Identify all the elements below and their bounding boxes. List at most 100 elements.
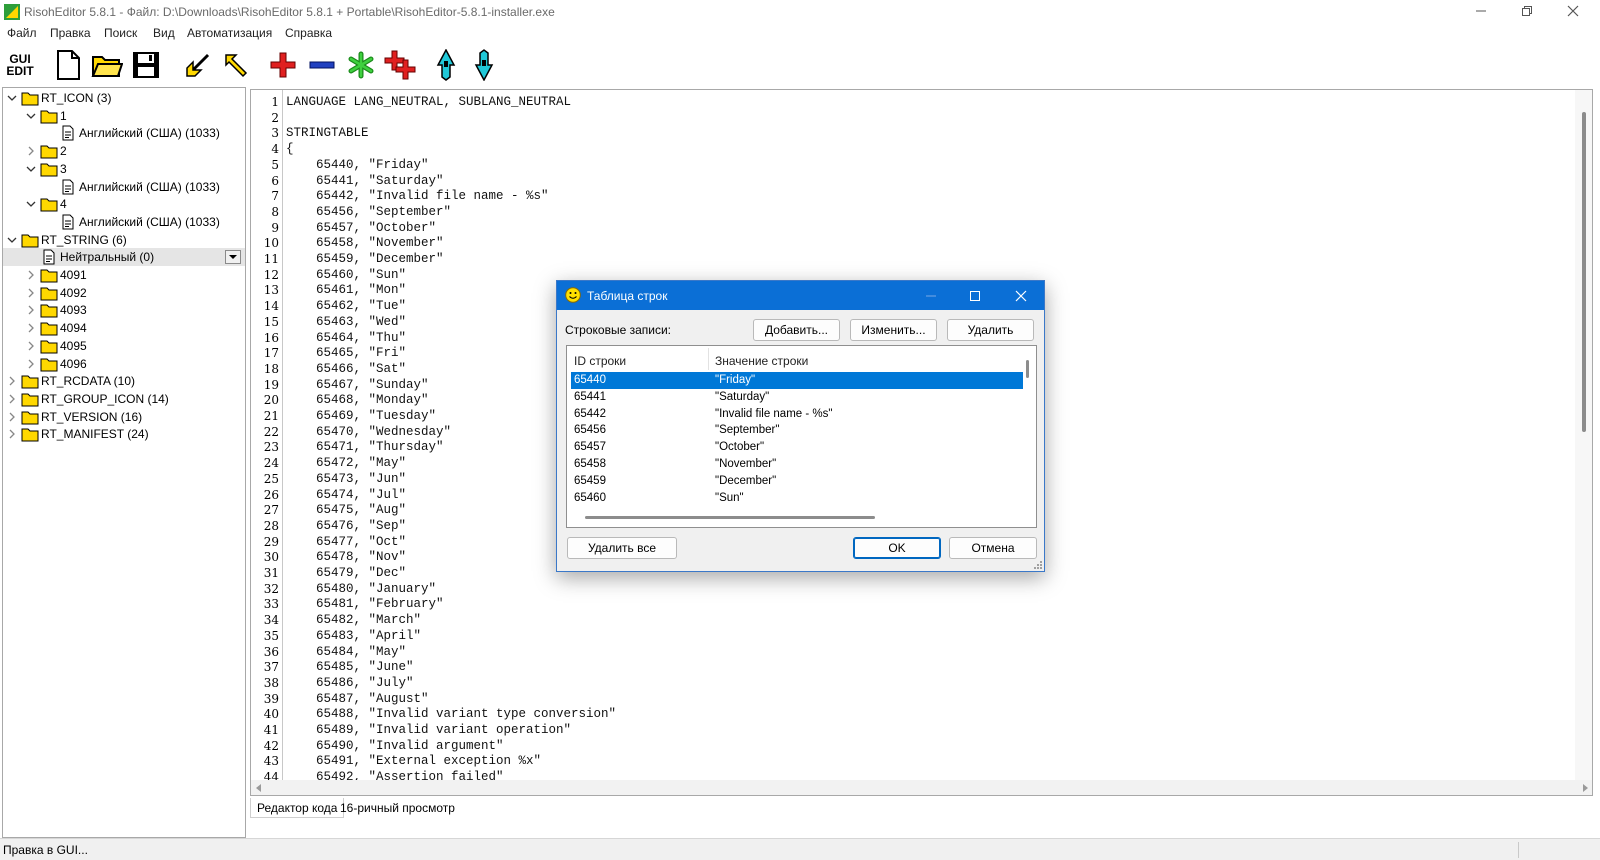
- tree-item[interactable]: Английский (США) (1033): [3, 124, 245, 142]
- delete-all-button[interactable]: Удалить все: [567, 537, 677, 559]
- tree-item[interactable]: 4094: [3, 319, 245, 337]
- chevron-right-icon[interactable]: [7, 393, 17, 405]
- code-line[interactable]: STRINGTABLE: [286, 126, 369, 140]
- chevron-right-icon[interactable]: [7, 375, 17, 387]
- table-row[interactable]: 65457 "October": [571, 439, 1023, 456]
- table-row[interactable]: 65459 "December": [571, 473, 1023, 490]
- table-row[interactable]: 65458 "November": [571, 456, 1023, 473]
- code-line[interactable]: 65478, "Nov": [286, 550, 406, 564]
- code-line[interactable]: 65484, "May": [286, 645, 406, 659]
- chevron-right-icon[interactable]: [26, 322, 36, 334]
- code-line[interactable]: 65490, "Invalid argument": [286, 739, 504, 753]
- code-line[interactable]: 65456, "September": [286, 205, 451, 219]
- tree-item[interactable]: RT_ICON (3): [3, 89, 245, 107]
- new-file-button[interactable]: [50, 47, 86, 83]
- code-line[interactable]: 65491, "External exception %x": [286, 754, 541, 768]
- add-resource-button[interactable]: [265, 47, 301, 83]
- table-row[interactable]: 65456 "September": [571, 422, 1023, 439]
- code-line[interactable]: {: [286, 142, 294, 156]
- column-header-id[interactable]: ID строки: [574, 354, 626, 368]
- code-line[interactable]: 65462, "Tue": [286, 299, 406, 313]
- tree-item[interactable]: 2: [3, 142, 245, 160]
- code-line[interactable]: 65486, "July": [286, 676, 414, 690]
- table-row[interactable]: 65441 "Saturday": [571, 389, 1023, 406]
- code-line[interactable]: 65477, "Oct": [286, 535, 406, 549]
- column-divider[interactable]: [708, 348, 709, 370]
- menu-view[interactable]: Вид: [153, 26, 175, 40]
- code-line[interactable]: 65472, "May": [286, 456, 406, 470]
- code-line[interactable]: 65465, "Fri": [286, 346, 406, 360]
- chevron-right-icon[interactable]: [7, 428, 17, 440]
- code-line[interactable]: 65470, "Wednesday": [286, 425, 451, 439]
- chevron-right-icon[interactable]: [26, 358, 36, 370]
- column-header-value[interactable]: Значение строки: [715, 354, 808, 368]
- code-line[interactable]: 65482, "March": [286, 613, 421, 627]
- code-line[interactable]: 65481, "February": [286, 597, 444, 611]
- tree-item[interactable]: RT_RCDATA (10): [3, 372, 245, 390]
- resource-tree[interactable]: RT_ICON (3) 1 Английский (США) (1033) 2 3 Анг…: [2, 87, 246, 838]
- chevron-right-icon[interactable]: [26, 340, 36, 352]
- tab-hex-view[interactable]: 16-ричный просмотр: [334, 798, 461, 818]
- code-line[interactable]: 65458, "November": [286, 236, 444, 250]
- tree-item[interactable]: RT_MANIFEST (24): [3, 425, 245, 443]
- cancel-button[interactable]: Отмена: [949, 537, 1037, 559]
- table-row[interactable]: 65460 "Sun": [571, 490, 1023, 507]
- menu-automation[interactable]: Автоматизация: [187, 26, 272, 40]
- add-button[interactable]: Добавить...: [753, 319, 840, 341]
- code-line[interactable]: 65440, "Friday": [286, 158, 429, 172]
- code-line[interactable]: 65460, "Sun": [286, 268, 406, 282]
- save-button[interactable]: [128, 47, 164, 83]
- tree-item[interactable]: Нейтральный (0): [3, 248, 245, 267]
- tree-item[interactable]: Английский (США) (1033): [3, 213, 245, 231]
- tree-item[interactable]: RT_VERSION (16): [3, 408, 245, 426]
- table-row[interactable]: 65442 "Invalid file name - %s": [571, 406, 1023, 423]
- delete-resource-button[interactable]: [304, 47, 340, 83]
- vertical-scroll-thumb[interactable]: [1582, 112, 1586, 432]
- chevron-right-icon[interactable]: [26, 287, 36, 299]
- code-line[interactable]: 65473, "Jun": [286, 472, 406, 486]
- scroll-right-icon[interactable]: [1581, 784, 1589, 792]
- tree-item[interactable]: 3: [3, 160, 245, 178]
- minimize-button[interactable]: [1458, 0, 1504, 22]
- code-line[interactable]: LANGUAGE LANG_NEUTRAL, SUBLANG_NEUTRAL: [286, 95, 571, 109]
- replace-button[interactable]: [343, 47, 379, 83]
- ok-button[interactable]: OK: [853, 537, 941, 559]
- move-down-button[interactable]: [466, 47, 502, 83]
- menu-file[interactable]: Файл: [7, 26, 37, 40]
- code-line[interactable]: 65479, "Dec": [286, 566, 406, 580]
- tree-item[interactable]: 4: [3, 195, 245, 213]
- list-vertical-scroll-thumb[interactable]: [1026, 360, 1029, 378]
- export-button[interactable]: [218, 47, 254, 83]
- chevron-right-icon[interactable]: [26, 304, 36, 316]
- chevron-down-icon[interactable]: [26, 198, 36, 210]
- move-up-button[interactable]: [428, 47, 464, 83]
- restore-button[interactable]: [1504, 0, 1550, 22]
- chevron-right-icon[interactable]: [26, 269, 36, 281]
- code-line[interactable]: 65485, "June": [286, 660, 414, 674]
- dropdown-arrow-button[interactable]: [225, 250, 241, 265]
- scroll-left-icon[interactable]: [255, 784, 263, 792]
- strings-list[interactable]: ID строки Значение строки 65440 "Friday" 6…: [566, 345, 1037, 528]
- code-line[interactable]: 65476, "Sep": [286, 519, 406, 533]
- horizontal-scrollbar[interactable]: [251, 780, 1592, 795]
- code-line[interactable]: 65464, "Thu": [286, 331, 406, 345]
- chevron-down-icon[interactable]: [7, 234, 17, 246]
- code-line[interactable]: 65471, "Thursday": [286, 440, 444, 454]
- menu-help[interactable]: Справка: [285, 26, 332, 40]
- tab-code-editor[interactable]: Редактор кода: [250, 798, 345, 818]
- tree-item[interactable]: 4093: [3, 301, 245, 319]
- gui-edit-button[interactable]: GUI EDIT: [2, 47, 38, 83]
- table-row[interactable]: 65440 "Friday": [571, 372, 1023, 389]
- code-line[interactable]: 65483, "April": [286, 629, 421, 643]
- chevron-down-icon[interactable]: [26, 110, 36, 122]
- dialog-maximize-button[interactable]: [953, 281, 997, 310]
- tree-item[interactable]: 4091: [3, 266, 245, 284]
- chevron-down-icon[interactable]: [7, 92, 17, 104]
- code-line[interactable]: 65457, "October": [286, 221, 436, 235]
- code-line[interactable]: 65461, "Mon": [286, 283, 406, 297]
- code-line[interactable]: 65474, "Jul": [286, 488, 406, 502]
- tree-item[interactable]: RT_STRING (6): [3, 231, 245, 249]
- code-line[interactable]: 65488, "Invalid variant type conversion": [286, 707, 616, 721]
- dialog-minimize-button[interactable]: [909, 281, 953, 310]
- code-line[interactable]: 65467, "Sunday": [286, 378, 429, 392]
